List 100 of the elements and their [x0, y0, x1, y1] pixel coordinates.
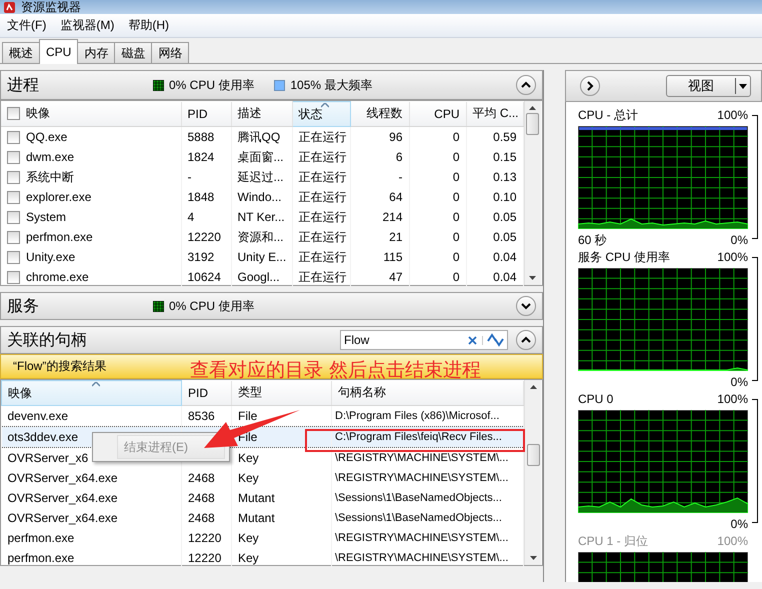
- checkbox[interactable]: [7, 170, 20, 184]
- checkbox[interactable]: [7, 190, 20, 204]
- table-cell: 0: [452, 230, 460, 244]
- table-cell: \REGISTRY\MACHINE\SYSTEM\...: [335, 452, 508, 464]
- menu-item[interactable]: 文件(F): [0, 17, 54, 34]
- scrollbar-thumb[interactable]: [526, 444, 540, 466]
- scroll-down-icon[interactable]: [530, 556, 536, 560]
- column-header[interactable]: 映像: [26, 105, 50, 122]
- table-cell: 正在运行: [298, 130, 346, 144]
- table-cell: \Sessions\1\BaseNamedObjects...: [335, 512, 502, 524]
- tab[interactable]: 概述: [2, 42, 40, 63]
- scrollbar[interactable]: [524, 101, 540, 285]
- table-cell: 21: [389, 230, 402, 244]
- graph-title: CPU 0: [578, 392, 614, 406]
- column-header[interactable]: 描述: [231, 102, 292, 126]
- graph-title: CPU 1 - 归位: [578, 532, 648, 550]
- table-cell: -: [188, 170, 192, 184]
- column-header[interactable]: PID: [182, 380, 232, 406]
- checkbox[interactable]: [7, 210, 20, 224]
- graph-max-label: 100%: [717, 108, 748, 122]
- table-cell: 12220: [188, 531, 222, 545]
- table-cell: \REGISTRY\MACHINE\SYSTEM\...: [335, 472, 508, 484]
- table-cell: devenv.exe: [8, 409, 68, 423]
- cpu-swatch-icon: [153, 300, 164, 312]
- table-cell: NT Ker...: [238, 210, 285, 224]
- collapse-button[interactable]: [516, 330, 536, 350]
- cpu-swatch-icon: [153, 80, 164, 90]
- table-cell: 1824: [188, 150, 214, 164]
- collapse-button[interactable]: [516, 75, 536, 95]
- column-header[interactable]: 线程数: [350, 102, 409, 126]
- scroll-up-icon[interactable]: [530, 385, 536, 389]
- table-cell: 0: [452, 210, 460, 224]
- table-cell: 腾讯QQ: [238, 130, 280, 144]
- search-field[interactable]: Flow: [341, 333, 463, 347]
- table-cell: 2468: [188, 511, 215, 525]
- chevron-up-icon: [521, 80, 531, 90]
- table-cell: OVRServer_x64.exe: [8, 471, 118, 485]
- table-cell: 2468: [188, 491, 215, 505]
- table-cell: \REGISTRY\MACHINE\SYSTEM\...: [335, 552, 508, 564]
- column-header[interactable]: PID: [181, 102, 231, 126]
- column-header[interactable]: CPU: [409, 102, 466, 126]
- app-icon: [4, 2, 15, 12]
- checkbox[interactable]: [7, 130, 20, 144]
- column-header[interactable]: 类型: [232, 380, 332, 406]
- scrollbar-thumb[interactable]: [526, 113, 539, 135]
- collapse-button[interactable]: [516, 296, 536, 316]
- annotation-text: 查看对应的目录 然后点击结束进程: [190, 359, 482, 382]
- table-cell: 0: [452, 150, 460, 164]
- scroll-up-icon[interactable]: [529, 106, 536, 110]
- checkbox[interactable]: [7, 150, 20, 164]
- scrollbar[interactable]: [524, 380, 541, 565]
- table-cell: Unity.exe: [26, 250, 76, 264]
- table-cell: 214: [382, 210, 402, 224]
- tab[interactable]: 网络: [151, 42, 190, 63]
- search-bar[interactable]: Flow: [340, 330, 508, 350]
- tab[interactable]: CPU: [39, 39, 78, 64]
- chevron-up-icon: [521, 335, 531, 345]
- table-cell: 正在运行: [298, 270, 346, 284]
- table-cell: 0: [452, 170, 460, 184]
- tab[interactable]: 磁盘: [114, 42, 152, 63]
- window-title: 资源监视器: [21, 0, 81, 14]
- table-cell: 64: [389, 190, 402, 204]
- checkbox[interactable]: [7, 250, 20, 264]
- table-cell: Mutant: [238, 491, 275, 505]
- column-header[interactable]: 平均 C...: [466, 102, 523, 126]
- table-cell: 96: [389, 130, 402, 144]
- table-cell: 0: [452, 190, 460, 204]
- table-cell: 0.05: [493, 210, 516, 224]
- tab[interactable]: 内存: [77, 42, 116, 63]
- chevron-down-icon: [521, 301, 531, 311]
- column-header[interactable]: 映像: [2, 380, 182, 406]
- graph-min-label: 0%: [730, 375, 748, 389]
- table-cell: explorer.exe: [26, 190, 92, 204]
- graph-min-label: 0%: [730, 233, 748, 247]
- table-cell: 0.04: [493, 270, 516, 284]
- table-cell: 0: [452, 130, 460, 144]
- frequency-swatch-icon: [274, 80, 286, 90]
- dropdown-arrow-icon: [739, 84, 747, 88]
- collapse-button[interactable]: [580, 76, 600, 96]
- max-frequency-label: 105% 最大频率: [290, 76, 372, 94]
- checkbox[interactable]: [7, 107, 20, 120]
- checkbox[interactable]: [7, 270, 20, 284]
- clear-icon[interactable]: [468, 336, 477, 344]
- menu-item[interactable]: 监视器(M): [53, 17, 122, 34]
- column-header[interactable]: 句柄名称: [332, 380, 524, 406]
- table-cell: OVRServer_x64.exe: [8, 491, 118, 505]
- cpu-usage-label: 0% CPU 使用率: [169, 298, 254, 314]
- table-cell: 0.15: [493, 150, 516, 164]
- table-cell: 0: [452, 270, 460, 284]
- view-button[interactable]: 视图: [666, 75, 751, 97]
- table-cell: perfmon.exe: [26, 230, 93, 244]
- table-cell: -: [398, 170, 402, 184]
- scroll-down-icon[interactable]: [529, 276, 536, 280]
- column-header[interactable]: 状态: [292, 102, 350, 126]
- checkbox[interactable]: [7, 230, 20, 244]
- table-cell: 正在运行: [298, 230, 346, 244]
- menu-item[interactable]: 帮助(H): [121, 17, 176, 34]
- table-cell: Googl...: [238, 270, 280, 284]
- table-cell: 5888: [188, 130, 214, 144]
- table-cell: Key: [238, 471, 259, 485]
